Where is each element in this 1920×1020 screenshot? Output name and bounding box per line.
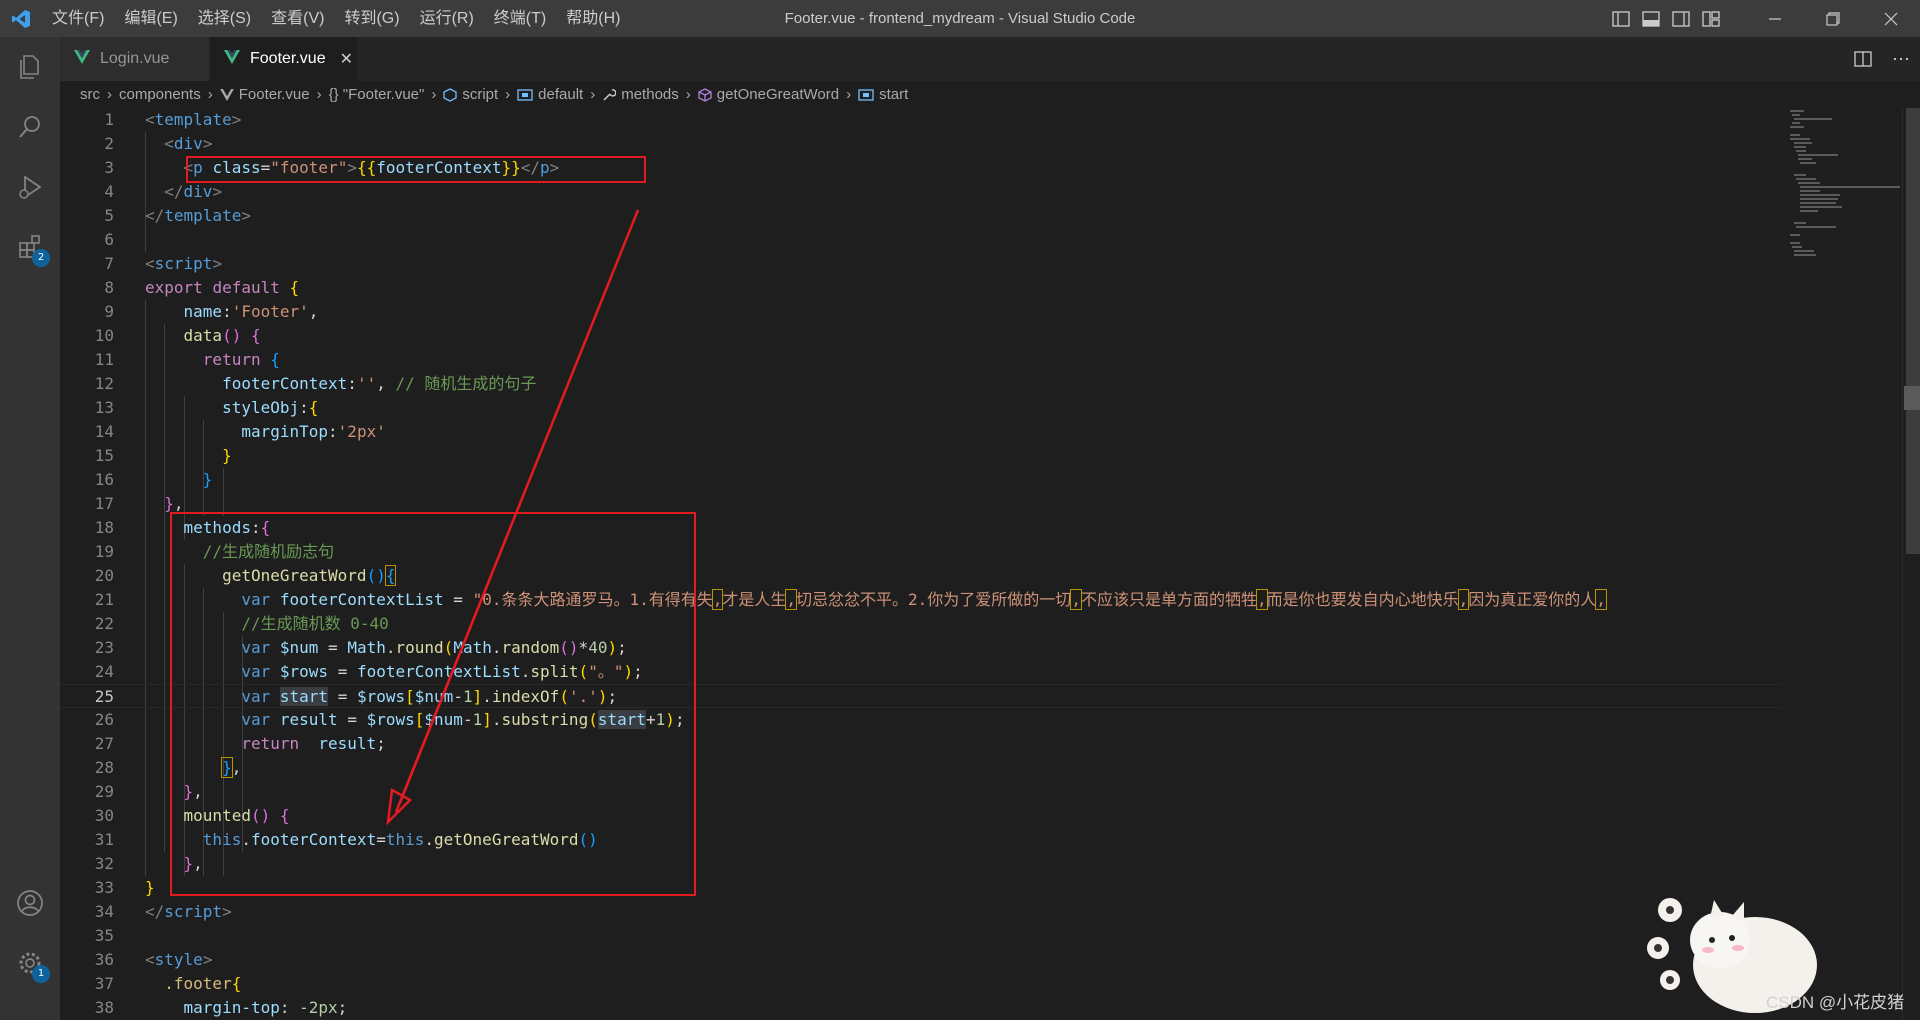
- tab-login-vue[interactable]: Login.vue: [60, 37, 210, 81]
- code-line: 9 name:'Footer',: [104, 302, 319, 321]
- menu-bar: 文件(F) 编辑(E) 选择(S) 查看(V) 转到(G) 运行(R) 终端(T…: [42, 0, 630, 37]
- code-line: 8 export default {: [104, 278, 300, 297]
- tab-label: Login.vue: [100, 50, 170, 67]
- scrollbar-cursor-marker: [1904, 386, 1920, 410]
- code-line: 4 </div>: [104, 182, 223, 201]
- breadcrumb-item[interactable]: default ›: [517, 86, 602, 103]
- vscode-logo-icon: [0, 0, 42, 37]
- code-line: 13 styleObj:{: [94, 398, 319, 417]
- code-line: 1 <template>: [104, 110, 242, 129]
- vue-file-icon: [224, 49, 240, 69]
- run-debug-icon[interactable]: [0, 157, 60, 217]
- code-line: 38 margin-top: -2px;: [94, 998, 348, 1017]
- editor-tab-bar: Login.vue Footer.vue ✕ ⋯: [60, 37, 1920, 81]
- breadcrumb-item[interactable]: Footer.vue ›: [219, 86, 329, 103]
- code-line: 16 }: [94, 470, 213, 489]
- menu-terminal[interactable]: 终端(T): [484, 0, 556, 37]
- breadcrumb-item[interactable]: components ›: [119, 86, 220, 103]
- code-line: 36 <style>: [94, 950, 213, 969]
- vue-file-icon: [74, 49, 90, 69]
- code-line: 6: [104, 230, 114, 249]
- code-line: 12 footerContext:'', // 随机生成的句子: [94, 374, 537, 393]
- split-editor-icon[interactable]: [1844, 37, 1882, 81]
- more-actions-icon[interactable]: ⋯: [1882, 37, 1920, 81]
- menu-view[interactable]: 查看(V): [261, 0, 334, 37]
- explorer-icon[interactable]: [0, 37, 60, 97]
- code-line: 11 return {: [94, 350, 280, 369]
- breadcrumb-item[interactable]: methods ›: [602, 86, 698, 103]
- menu-go[interactable]: 转到(G): [334, 0, 409, 37]
- code-line: 35: [94, 926, 114, 945]
- restore-icon[interactable]: [1804, 0, 1862, 37]
- code-line: 10 data() {: [94, 326, 261, 345]
- toggle-primary-sidebar-icon[interactable]: [1606, 0, 1636, 37]
- breadcrumb-item[interactable]: getOneGreatWord ›: [698, 86, 858, 103]
- code-line: 7 <script>: [104, 254, 223, 273]
- extensions-icon[interactable]: 2: [0, 217, 60, 277]
- menu-selection[interactable]: 选择(S): [188, 0, 261, 37]
- tab-label: Footer.vue: [250, 50, 326, 67]
- title-bar: 文件(F) 编辑(E) 选择(S) 查看(V) 转到(G) 运行(R) 终端(T…: [0, 0, 1920, 37]
- code-line: 15 }: [94, 446, 232, 465]
- module-icon: [443, 87, 457, 102]
- menu-run[interactable]: 运行(R): [410, 0, 484, 37]
- customize-layout-icon[interactable]: [1696, 0, 1726, 37]
- code-line: 34 </script>: [94, 902, 232, 921]
- breadcrumb-item[interactable]: script ›: [443, 86, 517, 103]
- annotation-box-methods: [170, 512, 696, 896]
- breadcrumb: src › components › Footer.vue › {} "Footer.…: [60, 81, 1920, 108]
- close-window-icon[interactable]: [1862, 0, 1920, 37]
- breadcrumb-item[interactable]: src ›: [80, 86, 119, 103]
- settings-badge: 1: [32, 965, 50, 983]
- scrollbar-thumb[interactable]: [1906, 108, 1920, 554]
- vertical-scrollbar[interactable]: [1902, 108, 1920, 1020]
- wrench-icon: [602, 88, 617, 102]
- menu-help[interactable]: 帮助(H): [556, 0, 630, 37]
- settings-gear-icon[interactable]: 1: [0, 933, 60, 993]
- close-icon[interactable]: ✕: [340, 49, 353, 69]
- code-line: 5 </template>: [104, 206, 251, 225]
- account-icon[interactable]: [0, 873, 60, 933]
- code-line: 2 <div>: [104, 134, 213, 153]
- method-icon: [698, 87, 712, 102]
- vue-file-icon: [219, 88, 234, 101]
- breadcrumb-item[interactable]: {} "Footer.vue" ›: [329, 86, 444, 103]
- menu-file[interactable]: 文件(F): [42, 0, 114, 37]
- search-icon[interactable]: [0, 97, 60, 157]
- breadcrumb-item[interactable]: start: [858, 86, 908, 103]
- variable-icon: [858, 88, 874, 101]
- menu-edit[interactable]: 编辑(E): [114, 0, 187, 37]
- toggle-panel-icon[interactable]: [1636, 0, 1666, 37]
- minimize-icon[interactable]: [1746, 0, 1804, 37]
- watermark-text: CSDN @小花皮猪: [1766, 993, 1905, 1012]
- variable-icon: [517, 88, 533, 101]
- code-line: 37 .footer{: [94, 974, 242, 993]
- code-line: 14 marginTop:'2px': [94, 422, 386, 441]
- activity-bar: 2 1: [0, 37, 60, 1020]
- annotation-box-template: [186, 156, 646, 183]
- tab-footer-vue[interactable]: Footer.vue ✕: [210, 37, 358, 81]
- toggle-secondary-sidebar-icon[interactable]: [1666, 0, 1696, 37]
- extensions-badge: 2: [32, 249, 50, 267]
